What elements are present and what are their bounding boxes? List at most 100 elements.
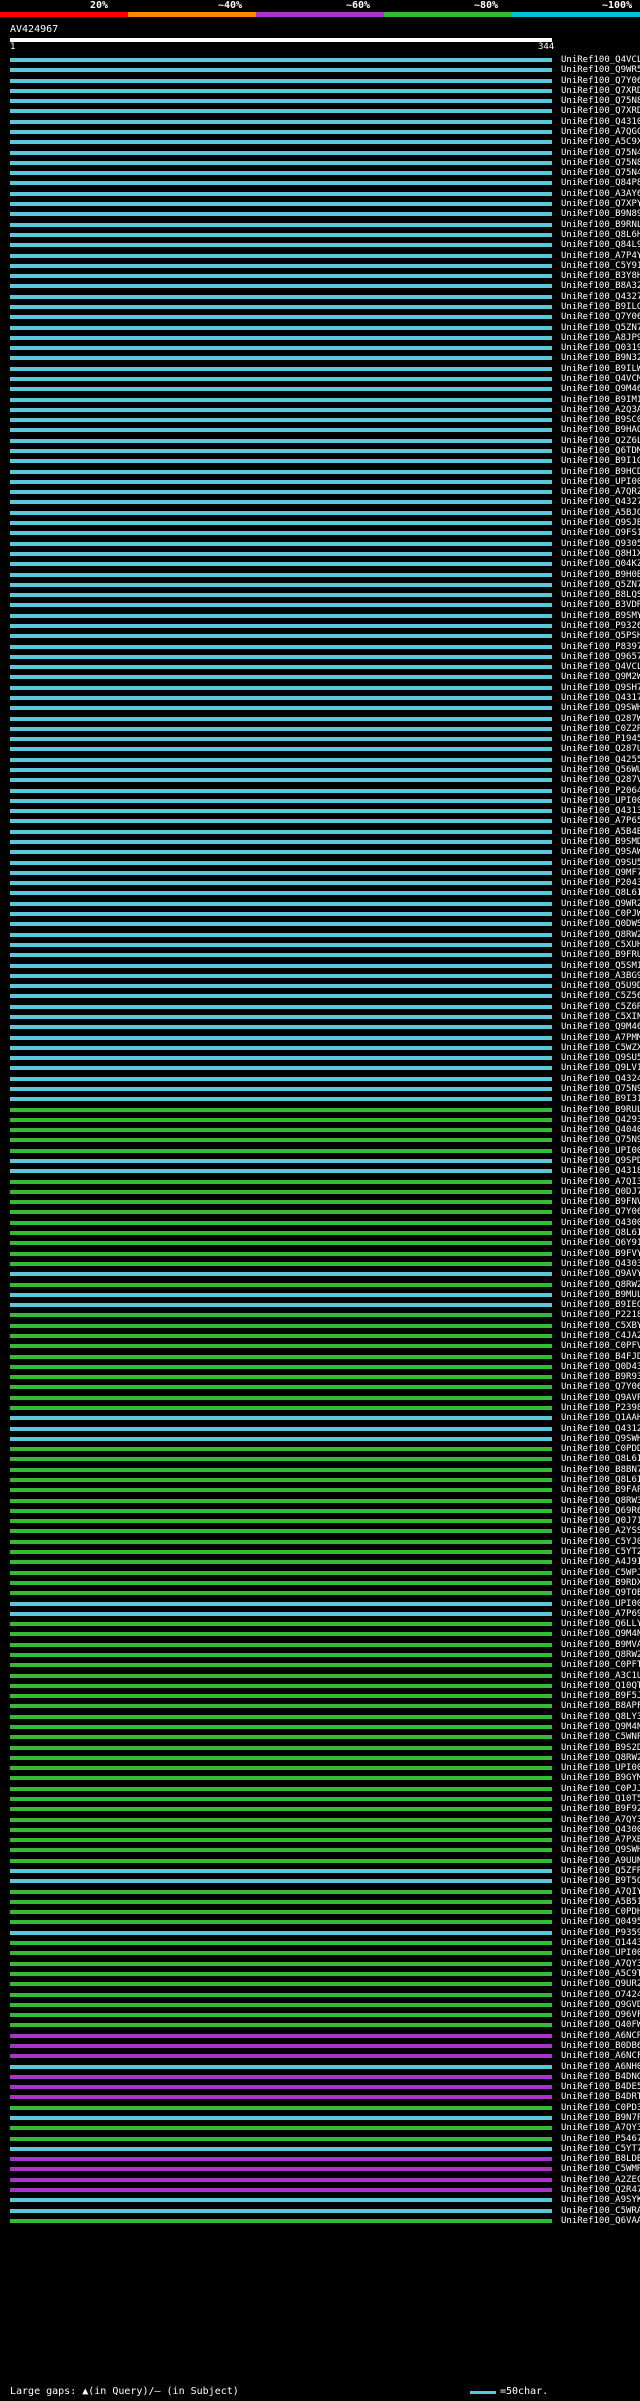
- hit-label[interactable]: UniRef100_A7QY37: [561, 2123, 640, 2133]
- hit-alignment-bar[interactable]: [10, 1375, 552, 1380]
- hit-label[interactable]: UniRef100_Q2R471: [561, 2185, 640, 2195]
- hit-alignment-bar[interactable]: [10, 212, 552, 217]
- hit-label[interactable]: UniRef100_Q6VAA7: [561, 2216, 640, 2226]
- hit-label[interactable]: UniRef100_Q0DWS9: [561, 919, 640, 929]
- hit-alignment-bar[interactable]: [10, 335, 552, 340]
- hit-alignment-bar[interactable]: [10, 768, 552, 772]
- hit-alignment-bar[interactable]: [10, 1014, 552, 1019]
- hit-label[interactable]: UniRef100_Q04956: [561, 1917, 640, 1927]
- hit-alignment-bar[interactable]: [10, 2218, 552, 2223]
- hit-label[interactable]: UniRef100_Q9MF7: [561, 868, 640, 878]
- hit-alignment-bar[interactable]: [10, 1735, 552, 1740]
- hit-label[interactable]: UniRef100_C0PJW4: [561, 909, 640, 919]
- hit-label[interactable]: UniRef100_Q8L6I2: [561, 1228, 640, 1238]
- hit-label[interactable]: UniRef100_Q9UR20: [561, 1979, 640, 1989]
- hit-alignment-bar[interactable]: [10, 2105, 552, 2110]
- hit-alignment-bar[interactable]: [10, 418, 552, 423]
- hit-alignment-bar[interactable]: [10, 88, 552, 93]
- hit-alignment-bar[interactable]: [10, 171, 552, 176]
- hit-alignment-bar[interactable]: [10, 994, 552, 999]
- hit-label[interactable]: UniRef100_UPI000..: [561, 1948, 640, 1958]
- hit-label[interactable]: UniRef100_A7QRZ8: [561, 487, 640, 497]
- hit-alignment-bar[interactable]: [10, 1344, 552, 1349]
- hit-alignment-bar[interactable]: [10, 901, 552, 906]
- hit-label[interactable]: UniRef100_B9FRU8: [561, 950, 640, 960]
- hit-alignment-bar[interactable]: [10, 819, 552, 824]
- hit-label[interactable]: UniRef100_UPI000..: [561, 477, 640, 487]
- hit-alignment-bar[interactable]: [10, 150, 552, 155]
- hit-alignment-bar[interactable]: [10, 1457, 552, 1462]
- hit-alignment-bar[interactable]: [10, 78, 552, 83]
- hit-alignment-bar[interactable]: [10, 1498, 552, 1503]
- hit-alignment-bar[interactable]: [10, 1210, 552, 1215]
- hit-label[interactable]: UniRef100_Q0DJ73: [561, 1187, 640, 1197]
- hit-alignment-bar[interactable]: [10, 1292, 552, 1297]
- hit-alignment-bar[interactable]: [10, 253, 552, 258]
- hit-label[interactable]: UniRef100_Q0D436: [561, 1362, 640, 1372]
- hit-label[interactable]: UniRef100_C5Z6R9: [561, 1002, 640, 1012]
- hit-alignment-bar[interactable]: [10, 1941, 552, 1946]
- hit-label[interactable]: UniRef100_Q43275: [561, 292, 640, 302]
- hit-alignment-bar[interactable]: [10, 1797, 552, 1801]
- hit-alignment-bar[interactable]: [10, 1570, 552, 1575]
- hit-label[interactable]: UniRef100_Q7Y066: [561, 1382, 640, 1392]
- hit-label[interactable]: UniRef100_Q287U6: [561, 744, 640, 754]
- hit-label[interactable]: UniRef100_Q43271: [561, 497, 640, 507]
- hit-alignment-bar[interactable]: [10, 1889, 552, 1894]
- hit-alignment-bar[interactable]: [10, 541, 552, 546]
- hit-alignment-bar[interactable]: [10, 1251, 552, 1256]
- hit-label[interactable]: UniRef100_B9S2D4: [561, 1743, 640, 1753]
- hit-alignment-bar[interactable]: [10, 593, 552, 598]
- hit-label[interactable]: UniRef100_A2Q3A6: [561, 405, 640, 415]
- hit-label[interactable]: UniRef100_C5WPJ0: [561, 1568, 640, 1578]
- hit-label[interactable]: UniRef100_Q9AVY3: [561, 1269, 640, 1279]
- hit-alignment-bar[interactable]: [10, 1189, 552, 1194]
- hit-alignment-bar[interactable]: [10, 1303, 552, 1308]
- hit-label[interactable]: UniRef100_Q9GVD3: [561, 2000, 640, 2010]
- hit-alignment-bar[interactable]: [10, 2002, 552, 2007]
- hit-label[interactable]: UniRef100_Q6TDM4: [561, 446, 640, 456]
- hit-alignment-bar[interactable]: [10, 2074, 552, 2079]
- hit-alignment-bar[interactable]: [10, 1426, 552, 1431]
- hit-alignment-bar[interactable]: [10, 634, 552, 639]
- hit-label[interactable]: UniRef100_B9N895: [561, 209, 640, 219]
- hit-alignment-bar[interactable]: [10, 798, 552, 803]
- hit-label[interactable]: UniRef100_Q4VCM0: [561, 374, 640, 384]
- hit-alignment-bar[interactable]: [10, 1056, 552, 1061]
- hit-alignment-bar[interactable]: [10, 2023, 552, 2028]
- hit-alignment-bar[interactable]: [10, 1714, 552, 1719]
- hit-alignment-bar[interactable]: [10, 449, 552, 454]
- hit-label[interactable]: UniRef100_Q75N99: [561, 1084, 640, 1094]
- hit-alignment-bar[interactable]: [10, 1704, 552, 1709]
- hit-label[interactable]: UniRef100_B9IEG7: [561, 1300, 640, 1310]
- hit-label[interactable]: UniRef100_Q75N41: [561, 168, 640, 178]
- hit-alignment-bar[interactable]: [10, 1169, 552, 1174]
- hit-alignment-bar[interactable]: [10, 99, 552, 104]
- hit-label[interactable]: UniRef100_B9SMY3: [561, 611, 640, 621]
- hit-alignment-bar[interactable]: [10, 788, 552, 793]
- hit-alignment-bar[interactable]: [10, 1910, 552, 1915]
- hit-label[interactable]: UniRef100_Q43182: [561, 1166, 640, 1176]
- hit-label[interactable]: UniRef100_UPI000..: [561, 1599, 640, 1609]
- hit-label[interactable]: UniRef100_Q9SWH0: [561, 1434, 640, 1444]
- hit-alignment-bar[interactable]: [10, 1930, 552, 1935]
- hit-label[interactable]: UniRef100_B9N321: [561, 353, 640, 363]
- hit-label[interactable]: UniRef100_B9FNV9: [561, 1197, 640, 1207]
- hit-alignment-bar[interactable]: [10, 1436, 552, 1441]
- hit-label[interactable]: UniRef100_Q8L6H2: [561, 230, 640, 240]
- hit-label[interactable]: UniRef100_Q9WR52: [561, 65, 640, 75]
- hit-label[interactable]: UniRef100_A7QIY5: [561, 1887, 640, 1897]
- hit-alignment-bar[interactable]: [10, 1807, 552, 1812]
- hit-alignment-bar[interactable]: [10, 1066, 552, 1071]
- hit-label[interactable]: UniRef100_Q9SH76: [561, 683, 640, 693]
- hit-label[interactable]: UniRef100_B9GYM5: [561, 1773, 640, 1783]
- hit-alignment-bar[interactable]: [10, 1508, 552, 1513]
- hit-alignment-bar[interactable]: [10, 294, 552, 299]
- hit-label[interactable]: UniRef100_B9MVA1: [561, 1640, 640, 1650]
- hit-label[interactable]: UniRef100_Q5ZFR6: [561, 1866, 640, 1876]
- hit-alignment-bar[interactable]: [10, 1364, 552, 1369]
- hit-alignment-bar[interactable]: [10, 356, 552, 361]
- hit-label[interactable]: UniRef100_B9ILG8: [561, 302, 640, 312]
- hit-label[interactable]: UniRef100_B9IM11: [561, 395, 640, 405]
- hit-label[interactable]: UniRef100_Q43178: [561, 693, 640, 703]
